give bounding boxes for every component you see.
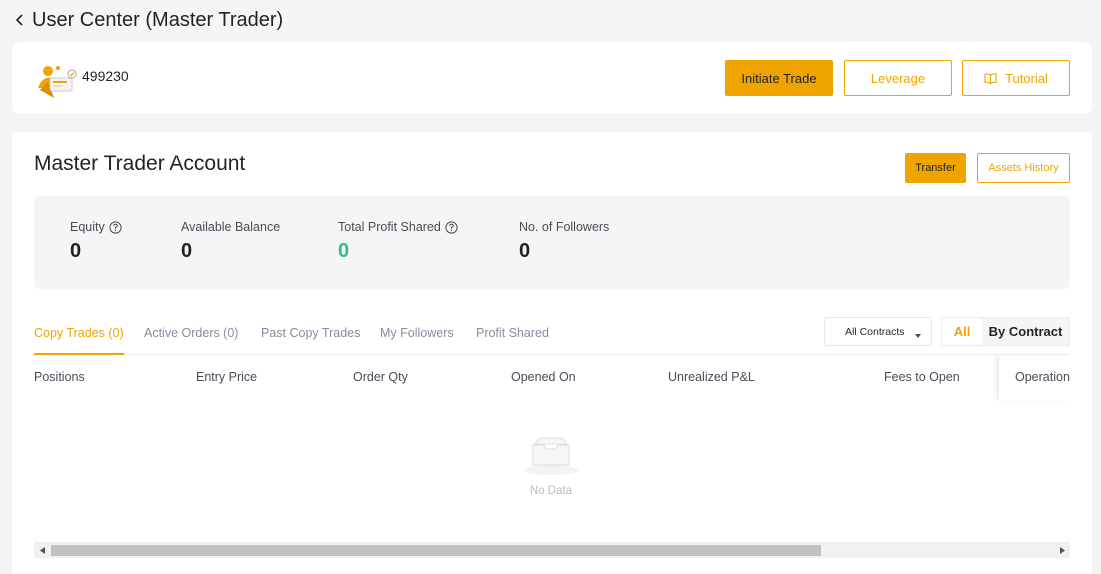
horizontal-scrollbar[interactable] bbox=[34, 542, 1070, 558]
tab-profit-shared[interactable]: Profit Shared bbox=[476, 326, 549, 355]
scroll-left-arrow-icon[interactable] bbox=[34, 542, 50, 558]
toggle-all[interactable]: All bbox=[942, 318, 982, 345]
page-title: User Center (Master Trader) bbox=[32, 8, 284, 31]
stat-label: No. of Followers bbox=[519, 220, 610, 234]
page-header: User Center (Master Trader) bbox=[12, 6, 283, 34]
avatar bbox=[34, 62, 78, 100]
account-title: Master Trader Account bbox=[34, 152, 246, 175]
profile-card: 499230 Initiate Trade Leverage Tutorial bbox=[12, 42, 1092, 114]
help-icon[interactable] bbox=[445, 220, 458, 234]
assets-history-button[interactable]: Assets History bbox=[977, 153, 1070, 183]
col-positions: Positions bbox=[34, 370, 85, 384]
stat-value: 0 bbox=[338, 240, 350, 262]
tutorial-label: Tutorial bbox=[1005, 70, 1048, 86]
tutorial-button[interactable]: Tutorial bbox=[962, 60, 1070, 96]
help-icon[interactable] bbox=[109, 220, 122, 234]
stat-followers: No. of Followers 0 bbox=[519, 220, 609, 263]
book-icon bbox=[984, 72, 997, 84]
tab-my-followers[interactable]: My Followers bbox=[380, 326, 454, 355]
stat-value: 0 bbox=[181, 240, 193, 262]
col-order-qty: Order Qty bbox=[353, 370, 408, 384]
caret-down-icon bbox=[915, 329, 921, 341]
chevron-left-icon[interactable] bbox=[12, 10, 28, 30]
view-toggle: All By Contract bbox=[941, 317, 1070, 346]
contracts-dropdown-value: All Contracts bbox=[845, 325, 905, 338]
table-header: Positions Entry Price Order Qty Opened O… bbox=[34, 356, 1070, 400]
stat-value: 0 bbox=[70, 240, 82, 262]
stats-panel: Equity 0 Available Balance 0 Total Profi… bbox=[34, 196, 1070, 289]
stat-label: Available Balance bbox=[181, 220, 281, 234]
leverage-button[interactable]: Leverage bbox=[844, 60, 952, 96]
col-unrealized-pnl: Unrealized P&L bbox=[668, 370, 755, 384]
tab-active-orders[interactable]: Active Orders (0) bbox=[144, 326, 238, 355]
stat-label: Equity bbox=[70, 220, 105, 234]
empty-inbox-icon bbox=[522, 434, 580, 476]
transfer-button[interactable]: Transfer bbox=[905, 153, 966, 183]
col-operation: Operation bbox=[998, 356, 1070, 400]
stat-equity: Equity 0 bbox=[70, 220, 122, 263]
contracts-dropdown[interactable]: All Contracts bbox=[824, 317, 932, 346]
stat-label: Total Profit Shared bbox=[338, 220, 441, 234]
initiate-trade-button[interactable]: Initiate Trade bbox=[725, 60, 833, 96]
tab-copy-trades[interactable]: Copy Trades (0) bbox=[34, 326, 124, 355]
tab-past-copy-trades[interactable]: Past Copy Trades bbox=[261, 326, 360, 355]
user-id: 499230 bbox=[82, 68, 129, 84]
stat-total-profit-shared: Total Profit Shared 0 bbox=[338, 220, 458, 263]
col-entry-price: Entry Price bbox=[196, 370, 258, 384]
scrollbar-thumb[interactable] bbox=[51, 545, 821, 556]
col-fees-to-open: Fees to Open bbox=[884, 370, 960, 384]
stat-available-balance: Available Balance 0 bbox=[181, 220, 280, 263]
col-opened-on: Opened On bbox=[511, 370, 576, 384]
toggle-by-contract[interactable]: By Contract bbox=[982, 318, 1069, 345]
scroll-right-arrow-icon[interactable] bbox=[1054, 542, 1070, 558]
stat-value: 0 bbox=[519, 240, 531, 262]
master-account-card: Master Trader Account Transfer Assets Hi… bbox=[12, 132, 1092, 574]
empty-state-text: No Data bbox=[529, 485, 573, 497]
